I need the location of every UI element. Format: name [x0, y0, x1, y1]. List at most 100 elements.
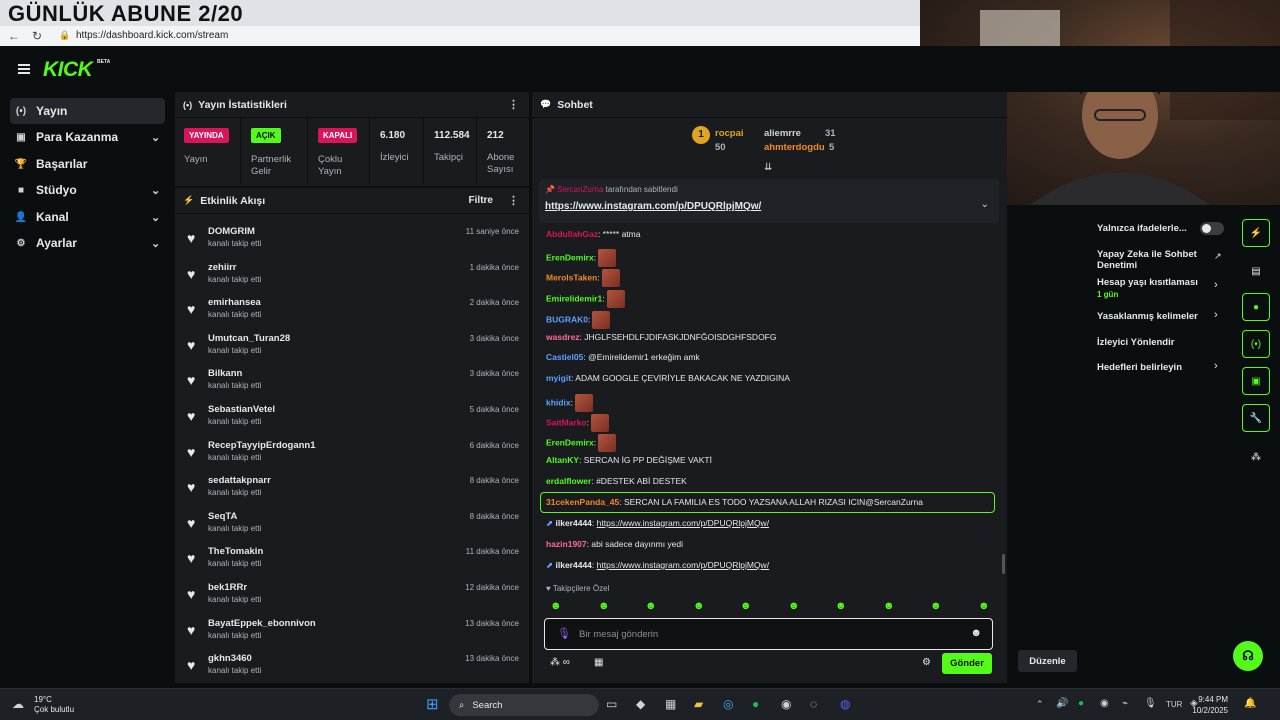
chat-message[interactable]: khidix:: [546, 394, 593, 412]
chat-username[interactable]: Castiel05: [546, 352, 583, 362]
stat-stream[interactable]: YAYINDA Yayın: [175, 118, 241, 184]
stat-multistream[interactable]: KAPALI Çoklu Yayın: [309, 118, 370, 184]
steam-tray-icon[interactable]: ◉: [1100, 698, 1109, 709]
podium-2-name[interactable]: aliemrre: [764, 128, 801, 139]
activity-row[interactable]: ♥ DOMGRIM kanalı takip etti 11 saniye önce: [175, 223, 529, 257]
document-icon[interactable]: ▤: [1242, 257, 1270, 285]
banned-words-label[interactable]: Yasaklanmış kelimeler: [1097, 311, 1198, 322]
activity-user[interactable]: SeqTA: [208, 511, 237, 522]
chat-message[interactable]: AltanKY: SERCAN İG PP DEĞİŞME VAKTİ: [546, 455, 712, 465]
activity-row[interactable]: ♥ Umutcan_Turan28 kanalı takip etti 3 dakik…: [175, 330, 529, 364]
emote-icon[interactable]: ☻: [930, 600, 942, 612]
activity-row[interactable]: ♥ gkhn3460 kanalı takip etti 13 dakika önce: [175, 650, 529, 684]
chevron-right-icon[interactable]: ›: [1214, 279, 1218, 291]
weather-icon[interactable]: ☁: [12, 697, 24, 711]
file-explorer-icon[interactable]: ▰: [694, 697, 703, 711]
steam-icon[interactable]: ◉: [781, 697, 791, 711]
chat-username[interactable]: ErenDemirx: [546, 252, 594, 262]
sidebar-item-ayarlar[interactable]: ⚙ Ayarlar ⌄: [10, 230, 165, 256]
activity-user[interactable]: DOMGRIM: [208, 226, 255, 237]
layout-icon[interactable]: ▣: [1242, 367, 1270, 395]
send-button[interactable]: Gönder: [942, 653, 992, 674]
emote-icon[interactable]: ☻: [740, 600, 752, 612]
wrench-icon[interactable]: 🔧: [1242, 404, 1270, 432]
viewer-redirect-label[interactable]: İzleyici Yönlendir: [1097, 337, 1174, 348]
more-icon[interactable]: ⋮: [508, 98, 519, 111]
sidebar-item-kanal[interactable]: 👤 Kanal ⌄: [10, 204, 165, 230]
chat-message[interactable]: BUGRAK0:: [546, 311, 611, 329]
activity-row[interactable]: ♥ zehiirr kanalı takip etti 1 dakika önce: [175, 259, 529, 293]
clock[interactable]: 9:44 PM 10/2/2025: [1192, 694, 1228, 716]
sidebar-item-studyo[interactable]: ■ Stüdyo ⌄: [10, 177, 165, 203]
speaker-icon[interactable]: 🔊: [1056, 698, 1068, 709]
tray-chevron-icon[interactable]: ⌃: [1036, 699, 1044, 710]
emote-icon[interactable]: ☻: [598, 600, 610, 612]
url-field[interactable]: https://dashboard.kick.com/stream: [76, 30, 228, 41]
chat-message[interactable]: SaitMarko:: [546, 414, 609, 432]
pinned-link[interactable]: https://www.instagram.com/p/DPUQRlpjMQw/: [545, 201, 761, 212]
activity-row[interactable]: ♥ SebastianVetel kanalı takip etti 5 dakika…: [175, 401, 529, 435]
chat-message[interactable]: erdalflower: #DESTEK ABİ DESTEK: [546, 476, 687, 486]
emote-icon[interactable]: ☻: [550, 600, 562, 612]
set-goals-label[interactable]: Hedefleri belirleyin: [1097, 362, 1182, 373]
chat-message[interactable]: hazin1907: abi sadece dayınmı yedi: [546, 539, 683, 549]
emote-icon[interactable]: ☻: [883, 600, 895, 612]
windows-start-icon[interactable]: ⊞: [426, 695, 439, 713]
edge-icon[interactable]: ◎: [723, 697, 733, 711]
discord-icon[interactable]: ◍: [840, 697, 850, 711]
kick-logo[interactable]: KICK: [43, 58, 93, 82]
chat-message[interactable]: ErenDemirx:: [546, 434, 617, 452]
chat-link[interactable]: https://www.instagram.com/p/DPUQRlpjMQw/: [597, 518, 769, 528]
chat-scrollbar[interactable]: [1002, 554, 1005, 574]
chat-link[interactable]: https://www.instagram.com/p/DPUQRlpjMQw/: [597, 560, 769, 570]
emotes-only-toggle[interactable]: [1200, 222, 1224, 235]
menu-icon[interactable]: [18, 64, 30, 66]
help-icon[interactable]: ☊: [1233, 641, 1263, 671]
activity-user[interactable]: Bilkann: [208, 368, 242, 379]
podium-1-name[interactable]: rocpai: [715, 128, 744, 139]
pinned-message[interactable]: 📌 SercanZurna tarafından sabitlendi http…: [539, 179, 999, 223]
task-view-icon[interactable]: ▭: [606, 697, 617, 711]
activity-user[interactable]: bek1RRr: [208, 582, 247, 593]
chat-message[interactable]: AbdullahGaz: ***** atma: [546, 229, 640, 239]
chat-username[interactable]: myigit: [546, 373, 571, 383]
ai-moderation-label[interactable]: Yapay Zeka ile Sohbet Denetimi: [1097, 249, 1209, 271]
chevron-right-icon[interactable]: ›: [1214, 360, 1218, 372]
activity-user[interactable]: sedattakpnarr: [208, 475, 271, 486]
weather-widget[interactable]: 19°C Çok bulutlu: [34, 695, 74, 715]
chat-username[interactable]: 31cekenPanda_45: [546, 497, 619, 507]
chat-username[interactable]: wasdrez: [546, 332, 580, 342]
activity-user[interactable]: SebastianVetel: [208, 404, 275, 415]
activity-user[interactable]: RecepTayyipErdogann1: [208, 440, 316, 451]
activity-row[interactable]: ♥ emirhansea kanalı takip etti 2 dakika önc…: [175, 294, 529, 328]
external-link-icon[interactable]: ↗: [1214, 251, 1222, 262]
store-icon[interactable]: ▦: [594, 657, 603, 668]
chat-message[interactable]: Castiel05: @Emirelidemir1 erkeğim amk: [546, 352, 700, 362]
settings-gear-icon[interactable]: ⚙: [922, 657, 931, 668]
activity-row[interactable]: ♥ BayatEppek_ebonnivon kanalı takip etti 13…: [175, 615, 529, 649]
mic-icon[interactable]: 🎙: [557, 627, 571, 640]
chat-username[interactable]: AltanKY: [546, 455, 579, 465]
activity-row[interactable]: ♥ RecepTayyipErdogann1 kanalı takip etti 6 …: [175, 437, 529, 471]
activity-row[interactable]: ♥ sedattakpnarr kanalı takip etti 8 dakika …: [175, 472, 529, 506]
chat-message[interactable]: 31cekenPanda_45: SERCAN LA FAMILIA ES TO…: [546, 497, 923, 507]
chat-message[interactable]: ErenDemirx:: [546, 249, 617, 267]
chevron-right-icon[interactable]: ›: [1214, 309, 1218, 321]
filter-button[interactable]: Filtre: [469, 195, 493, 206]
chat-username[interactable]: ErenDemirx: [546, 437, 594, 447]
account-age-label[interactable]: Hesap yaşı kısıtlaması: [1097, 277, 1198, 288]
chat-input[interactable]: 🎙 Bir mesaj gönderin ☻: [544, 618, 993, 650]
activity-user[interactable]: zehiirr: [208, 262, 237, 273]
language-indicator[interactable]: TUR: [1166, 700, 1182, 709]
chat-message[interactable]: myigit: ADAM GOOGLE ÇEVİRİYLE BAKACAK NE…: [546, 373, 790, 383]
network-icon[interactable]: ⌁: [1122, 698, 1128, 709]
chat-username[interactable]: erdalflower: [546, 476, 591, 486]
apps-icon[interactable]: ⁂: [1242, 443, 1270, 471]
taskbar-search[interactable]: ⌕ Search: [449, 694, 599, 716]
emote-icon[interactable]: ☻: [788, 600, 800, 612]
spotify-icon[interactable]: ●: [752, 697, 759, 711]
chat-message[interactable]: ⬈ ilker4444: https://www.instagram.com/p…: [546, 518, 769, 529]
tray-app-icon[interactable]: ●: [1078, 698, 1084, 709]
notification-icon[interactable]: 🔔: [1244, 698, 1256, 709]
chat-message[interactable]: Emirelidemir1:: [546, 290, 625, 308]
